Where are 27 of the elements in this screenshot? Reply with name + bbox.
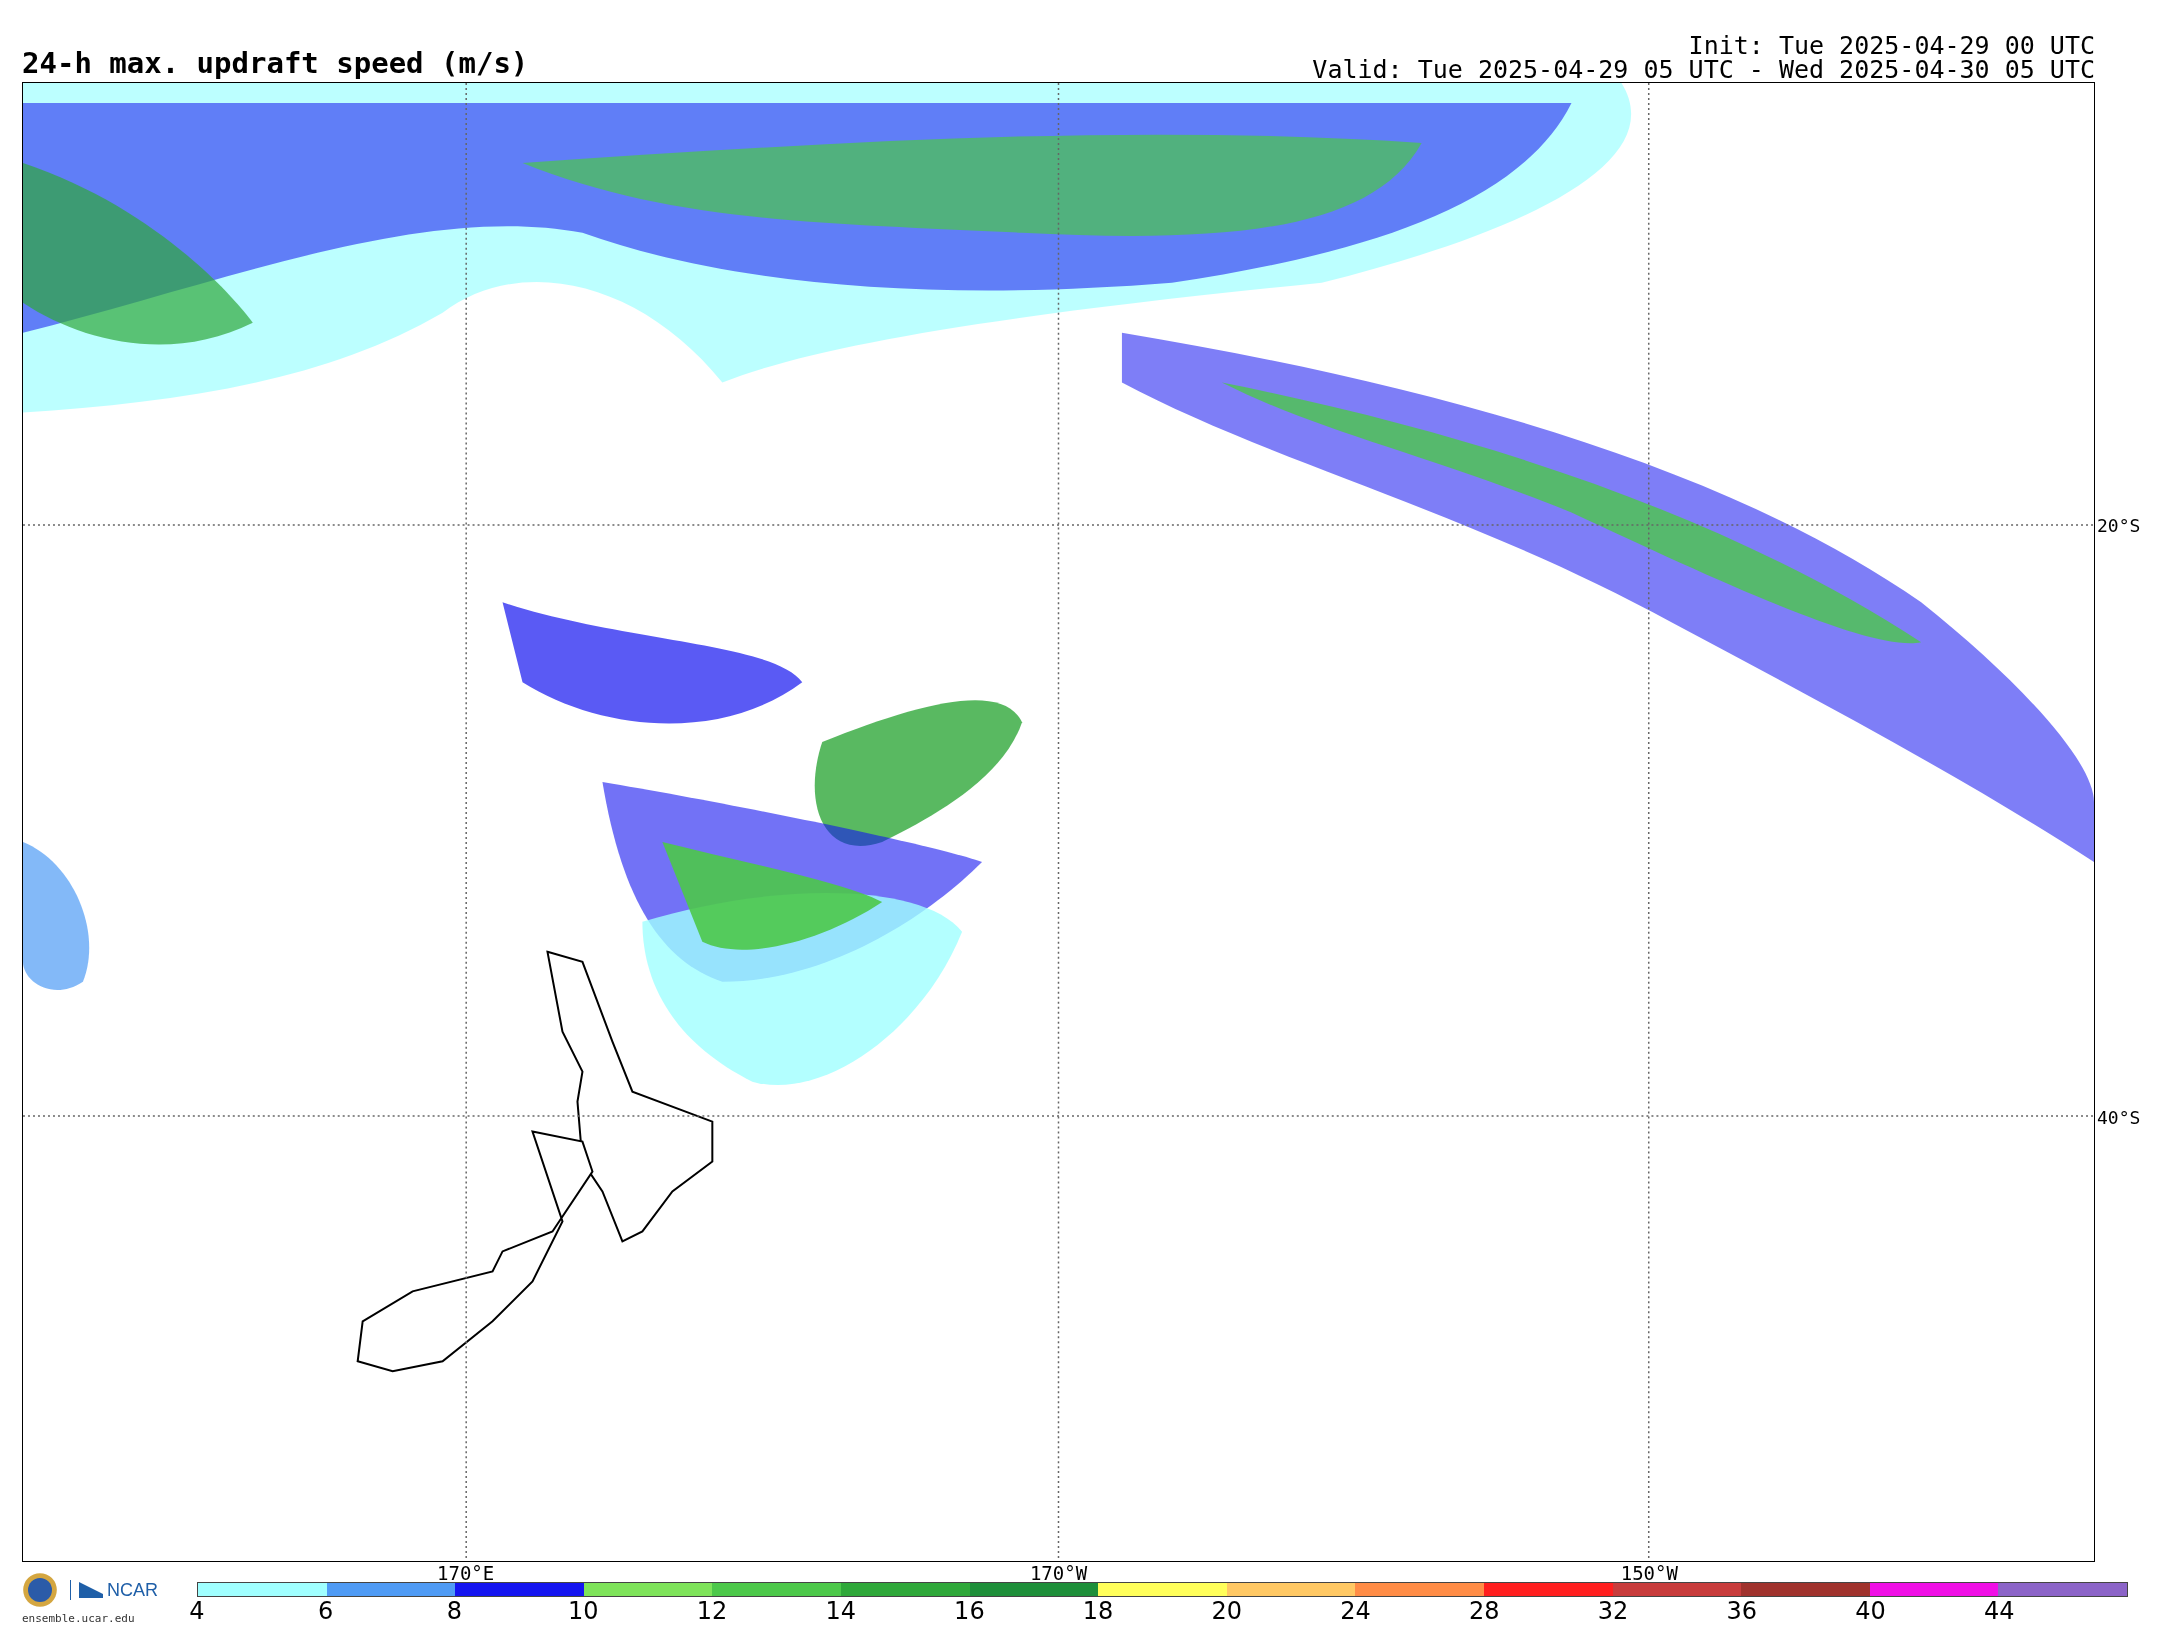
latitude-label: 20°S: [2097, 514, 2141, 535]
chart-title: 24-h max. updraft speed (m/s): [22, 46, 529, 80]
website-label: ensemble.ucar.edu: [22, 1612, 136, 1625]
longitude-label: 170°E: [436, 1564, 496, 1582]
scale-tick-label: 4: [189, 1597, 205, 1625]
valid-time: Valid: Tue 2025-04-29 05 UTC - Wed 2025-04-30 05 UTC: [1312, 58, 2095, 82]
longitude-label: 170°W: [1028, 1564, 1089, 1582]
latitude-label: 40°S: [2097, 1106, 2141, 1127]
ncar-logo-icon: [70, 1580, 105, 1600]
scale-tick-label: 28: [1469, 1597, 1500, 1625]
ncar-logo-text: NCAR: [107, 1579, 158, 1601]
scale-tick-label: 6: [318, 1597, 334, 1625]
scale-tick-label: 36: [1726, 1597, 1758, 1625]
scale-tick-label: 10: [567, 1597, 599, 1625]
longitude-label: 150°W: [1619, 1564, 1679, 1582]
scale-tick-label: 14: [825, 1597, 856, 1625]
scale-tick-label: 40: [1855, 1597, 1886, 1625]
scale-tick-label: 12: [696, 1597, 728, 1625]
seal-icon: [22, 1572, 58, 1608]
scale-tick-label: 44: [1984, 1597, 2015, 1625]
scale-tick-label: 8: [446, 1597, 463, 1625]
init-time: Init: Tue 2025-04-29 00 UTC: [1688, 34, 2095, 58]
scale-tick-label: 18: [1082, 1597, 1114, 1625]
scale-tick-label: 24: [1340, 1597, 1371, 1625]
scale-tick-label: 20: [1211, 1597, 1243, 1625]
scale-tick-label: 32: [1597, 1597, 1629, 1625]
scale-tick-label: 16: [954, 1597, 985, 1625]
